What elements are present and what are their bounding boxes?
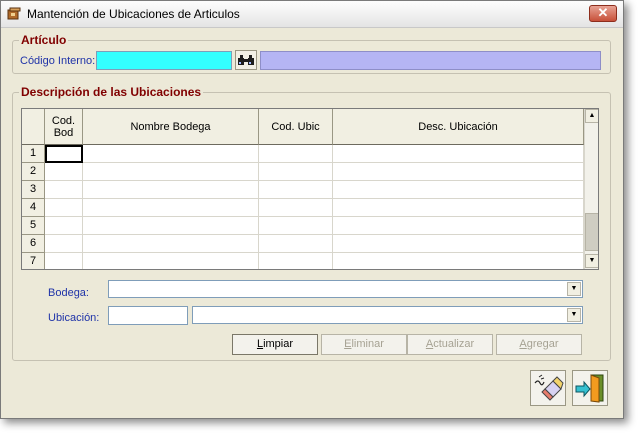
grid-cell[interactable]: [333, 253, 584, 269]
codigo-interno-label: Código Interno:: [20, 55, 96, 67]
grid-cell[interactable]: [45, 253, 83, 269]
col-header-cod-bod[interactable]: Cod. Bod: [45, 109, 83, 145]
grid-cell[interactable]: [333, 235, 584, 253]
limpiar-button[interactable]: Limpiar: [232, 334, 318, 355]
row-header[interactable]: 3: [22, 181, 45, 199]
col-header-nombre-bodega[interactable]: Nombre Bodega: [83, 109, 259, 145]
chevron-down-icon[interactable]: ▼: [567, 308, 581, 322]
ubicacion-label: Ubicación:: [48, 312, 100, 324]
ubicacion-code-input[interactable]: [108, 306, 188, 325]
main-window: Mantención de Ubicaciones de Articulos ✕…: [0, 0, 624, 419]
grid-corner-header: [22, 109, 45, 145]
eraser-icon: [534, 374, 564, 401]
agregar-label: gregar: [526, 338, 559, 350]
exit-door-icon: [575, 374, 604, 403]
grid-cell[interactable]: [83, 181, 259, 199]
grid-cell[interactable]: [83, 163, 259, 181]
row-header[interactable]: 7: [22, 253, 45, 269]
grid-cell[interactable]: [333, 145, 584, 163]
chevron-down-icon[interactable]: ▼: [567, 282, 581, 296]
grid-cell[interactable]: [83, 145, 259, 163]
articulo-legend: Artículo: [19, 33, 69, 47]
grid-cell[interactable]: [259, 217, 333, 235]
grid-cell[interactable]: [259, 253, 333, 269]
close-button[interactable]: ✕: [589, 5, 617, 22]
row-header[interactable]: 6: [22, 235, 45, 253]
clear-button[interactable]: [530, 370, 566, 406]
close-icon: ✕: [597, 5, 609, 20]
ubicaciones-grid[interactable]: Cod. Bod Nombre Bodega Cod. Ubic Desc. U…: [21, 108, 599, 270]
grid-cell[interactable]: [83, 235, 259, 253]
codigo-interno-input[interactable]: [96, 51, 232, 70]
agregar-accel: A: [519, 338, 527, 350]
row-header[interactable]: 1: [22, 145, 45, 163]
grid-cell[interactable]: [45, 181, 83, 199]
grid-cell[interactable]: [259, 145, 333, 163]
row-header[interactable]: 2: [22, 163, 45, 181]
agregar-button[interactable]: Agregar: [496, 334, 582, 355]
scroll-down-icon[interactable]: ▼: [585, 254, 598, 268]
grid-cell[interactable]: [83, 253, 259, 269]
ubicaciones-legend: Descripción de las Ubicaciones: [19, 85, 204, 99]
ubicacion-select[interactable]: ▼: [192, 306, 583, 324]
search-button[interactable]: [235, 50, 257, 70]
limpiar-label: impiar: [263, 338, 294, 350]
grid-cell[interactable]: [45, 235, 83, 253]
grid-cell[interactable]: [83, 217, 259, 235]
scroll-thumb[interactable]: [585, 213, 598, 251]
grid-cell[interactable]: [45, 145, 83, 163]
descripcion-articulo-field: [260, 51, 601, 70]
row-header[interactable]: 4: [22, 199, 45, 217]
grid-cell[interactable]: [333, 217, 584, 235]
grid-cell[interactable]: [259, 199, 333, 217]
exit-button[interactable]: [572, 370, 608, 406]
eliminar-label: liminar: [351, 338, 384, 350]
window-title: Mantención de Ubicaciones de Articulos: [27, 7, 240, 21]
grid-vertical-scrollbar[interactable]: ▲ ▼: [584, 109, 598, 269]
eliminar-button[interactable]: Eliminar: [321, 334, 407, 355]
grid-cell[interactable]: [259, 235, 333, 253]
grid-cell[interactable]: [45, 217, 83, 235]
binoculars-icon: [238, 55, 254, 65]
grid-cell[interactable]: [333, 181, 584, 199]
bodega-label: Bodega:: [48, 287, 89, 299]
grid-cell[interactable]: [333, 163, 584, 181]
grid-cell[interactable]: [259, 163, 333, 181]
bodega-select[interactable]: ▼: [108, 280, 583, 298]
grid-cell[interactable]: [45, 163, 83, 181]
scroll-up-icon[interactable]: ▲: [585, 109, 598, 123]
col-header-cod-ubic[interactable]: Cod. Ubic: [259, 109, 333, 145]
actualizar-button[interactable]: Actualizar: [407, 334, 493, 355]
actualizar-label: ctualizar: [433, 338, 475, 350]
app-icon: [7, 7, 21, 20]
grid-cell[interactable]: [83, 199, 259, 217]
grid-cell[interactable]: [45, 199, 83, 217]
title-bar: Mantención de Ubicaciones de Articulos ✕: [1, 1, 623, 28]
grid-cell[interactable]: [333, 199, 584, 217]
col-header-desc-ubicacion[interactable]: Desc. Ubicación: [333, 109, 584, 145]
grid-cell[interactable]: [259, 181, 333, 199]
row-header[interactable]: 5: [22, 217, 45, 235]
